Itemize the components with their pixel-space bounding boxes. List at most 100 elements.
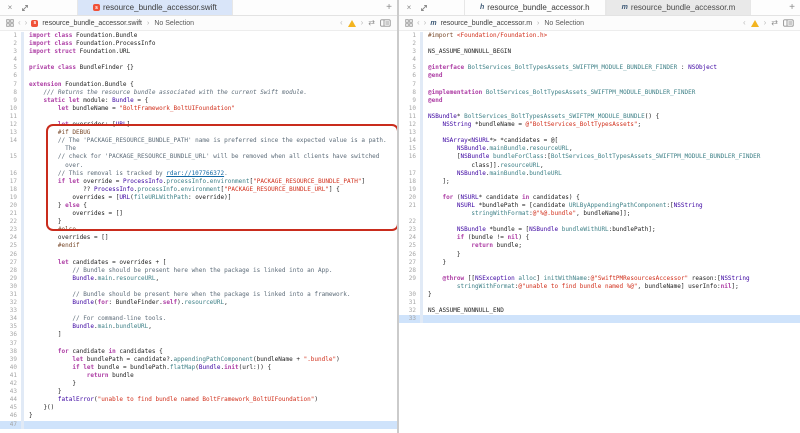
line-number[interactable]: 42 bbox=[0, 380, 21, 388]
line-number[interactable]: 31 bbox=[0, 291, 21, 299]
code-line[interactable]: 4 bbox=[399, 56, 800, 64]
code-line[interactable]: 9@end bbox=[399, 97, 800, 105]
code-line-current[interactable]: 33 bbox=[399, 315, 800, 323]
code-line[interactable]: 29 Bundle.main.resourceURL, bbox=[0, 275, 397, 283]
prev-issue-icon[interactable]: ‹ bbox=[743, 19, 746, 27]
code-line[interactable]: 15 NSBundle.mainBundle.resourceURL, bbox=[399, 145, 800, 153]
code-line[interactable]: 36 ] bbox=[0, 331, 397, 339]
line-number[interactable] bbox=[399, 210, 420, 218]
line-number[interactable]: 47 bbox=[0, 421, 21, 429]
line-number[interactable]: 19 bbox=[399, 186, 420, 194]
code-editor-right[interactable]: 1#import <Foundation/Foundation.h>23NS_A… bbox=[399, 31, 800, 323]
counterparts-icon[interactable]: ⇄ bbox=[368, 19, 375, 27]
line-number[interactable]: 25 bbox=[399, 242, 420, 250]
code-line[interactable]: 29 @throw [[NSException alloc] initWithN… bbox=[399, 275, 800, 283]
line-number[interactable]: 10 bbox=[0, 105, 21, 113]
code-line[interactable]: 12 NSString *bundleName = @"BoltServices… bbox=[399, 121, 800, 129]
line-number[interactable]: 41 bbox=[0, 372, 21, 380]
code-line[interactable]: 25 #endif bbox=[0, 242, 397, 250]
line-number[interactable]: 2 bbox=[399, 40, 420, 48]
line-number[interactable]: 13 bbox=[0, 129, 21, 137]
line-number[interactable]: 12 bbox=[399, 121, 420, 129]
code-line[interactable]: 31 // Bundle should be present here when… bbox=[0, 291, 397, 299]
line-number[interactable]: 45 bbox=[0, 404, 21, 412]
code-line[interactable]: 44 fatalError("unable to find bundle nam… bbox=[0, 396, 397, 404]
line-number[interactable]: 8 bbox=[0, 89, 21, 97]
code-line[interactable]: stringWithFormat:@"%@.bundle", bundleNam… bbox=[399, 210, 800, 218]
related-items-icon[interactable] bbox=[6, 19, 14, 27]
code-line[interactable]: 3import struct Foundation.URL bbox=[0, 48, 397, 56]
code-line[interactable]: 16 [NSBundle bundleForClass:[BoltService… bbox=[399, 153, 800, 161]
line-number[interactable]: 28 bbox=[0, 267, 21, 275]
line-number[interactable]: 21 bbox=[399, 202, 420, 210]
line-number[interactable]: 6 bbox=[399, 72, 420, 80]
code-line[interactable]: 10 let bundleName = "BoltFramework_BoltU… bbox=[0, 105, 397, 113]
line-number[interactable]: 30 bbox=[0, 283, 21, 291]
code-line[interactable]: 5@interface BoltServices_BoltTypesAssets… bbox=[399, 64, 800, 72]
line-number[interactable]: 19 bbox=[0, 194, 21, 202]
line-number[interactable]: 37 bbox=[0, 340, 21, 348]
line-number[interactable]: 40 bbox=[0, 364, 21, 372]
code-line[interactable]: 23 #else bbox=[0, 226, 397, 234]
code-line[interactable]: 38 for candidate in candidates { bbox=[0, 348, 397, 356]
code-line[interactable]: class]].resourceURL, bbox=[399, 162, 800, 170]
line-number[interactable]: 17 bbox=[0, 178, 21, 186]
line-number[interactable] bbox=[399, 162, 420, 170]
code-line[interactable]: 33 bbox=[0, 307, 397, 315]
code-line[interactable]: 14 NSArray<NSURL*> *candidates = @[ bbox=[399, 137, 800, 145]
line-number[interactable]: 38 bbox=[0, 348, 21, 356]
code-line[interactable]: 8 /// Returns the resource bundle associ… bbox=[0, 89, 397, 97]
line-number[interactable]: 22 bbox=[399, 218, 420, 226]
related-items-icon[interactable] bbox=[405, 19, 413, 27]
tab-resource_bundle_accessor.swift[interactable]: sresource_bundle_accessor.swift bbox=[77, 0, 233, 15]
code-line[interactable]: 6 bbox=[0, 72, 397, 80]
code-line[interactable]: 23 NSBundle *bundle = [NSBundle bundleWi… bbox=[399, 226, 800, 234]
code-line[interactable]: 17 NSBundle.mainBundle.bundleURL bbox=[399, 170, 800, 178]
line-number[interactable]: 12 bbox=[0, 121, 21, 129]
line-number[interactable]: 27 bbox=[0, 259, 21, 267]
close-icon[interactable]: × bbox=[5, 3, 15, 13]
editor-options-icon[interactable] bbox=[380, 19, 391, 27]
code-line[interactable]: 24 overrides = [] bbox=[0, 234, 397, 242]
code-line[interactable]: 17 if let override = ProcessInfo.process… bbox=[0, 178, 397, 186]
code-line[interactable]: 11 bbox=[0, 113, 397, 121]
line-number[interactable]: 35 bbox=[0, 323, 21, 331]
code-line[interactable]: 5private class BundleFinder {} bbox=[0, 64, 397, 72]
line-number[interactable]: 4 bbox=[399, 56, 420, 64]
line-number[interactable]: 22 bbox=[0, 218, 21, 226]
next-issue-icon[interactable]: › bbox=[764, 19, 767, 27]
line-number[interactable]: 36 bbox=[0, 331, 21, 339]
code-line[interactable]: 3NS_ASSUME_NONNULL_BEGIN bbox=[399, 48, 800, 56]
line-number[interactable]: 5 bbox=[0, 64, 21, 72]
code-line[interactable]: 21 overrides = [] bbox=[0, 210, 397, 218]
line-number[interactable]: 4 bbox=[0, 56, 21, 64]
code-line[interactable]: 19 bbox=[399, 186, 800, 194]
code-line[interactable]: 13 #if DEBUG bbox=[0, 129, 397, 137]
line-number[interactable]: 15 bbox=[399, 145, 420, 153]
line-number[interactable]: 6 bbox=[0, 72, 21, 80]
line-number[interactable]: 21 bbox=[0, 210, 21, 218]
line-number[interactable] bbox=[0, 145, 21, 153]
code-line[interactable]: 22 bbox=[399, 218, 800, 226]
line-number[interactable]: 17 bbox=[399, 170, 420, 178]
line-number[interactable]: 20 bbox=[0, 202, 21, 210]
code-line[interactable]: 46} bbox=[0, 412, 397, 420]
code-line[interactable]: 9 static let module: Bundle = { bbox=[0, 97, 397, 105]
add-tab-icon[interactable]: + bbox=[789, 3, 795, 13]
tab-resource_bundle_accessor.m[interactable]: mresource_bundle_accessor.m bbox=[606, 0, 752, 15]
line-number[interactable]: 24 bbox=[0, 234, 21, 242]
code-line[interactable]: 22 } bbox=[0, 218, 397, 226]
line-number[interactable]: 3 bbox=[399, 48, 420, 56]
code-line[interactable]: 7 bbox=[399, 81, 800, 89]
line-number[interactable]: 18 bbox=[399, 178, 420, 186]
code-line[interactable]: The bbox=[0, 145, 397, 153]
code-line[interactable]: 26 bbox=[0, 251, 397, 259]
code-line[interactable]: 32NS_ASSUME_NONNULL_END bbox=[399, 307, 800, 315]
breadcrumb-section[interactable]: No Selection bbox=[154, 20, 194, 27]
line-number[interactable]: 23 bbox=[0, 226, 21, 234]
line-number[interactable]: 29 bbox=[0, 275, 21, 283]
code-line[interactable]: 26 } bbox=[399, 251, 800, 259]
expand-icon[interactable] bbox=[20, 3, 30, 13]
code-line[interactable]: 32 Bundle(for: BundleFinder.self).resour… bbox=[0, 299, 397, 307]
breadcrumb-section[interactable]: No Selection bbox=[544, 20, 584, 27]
